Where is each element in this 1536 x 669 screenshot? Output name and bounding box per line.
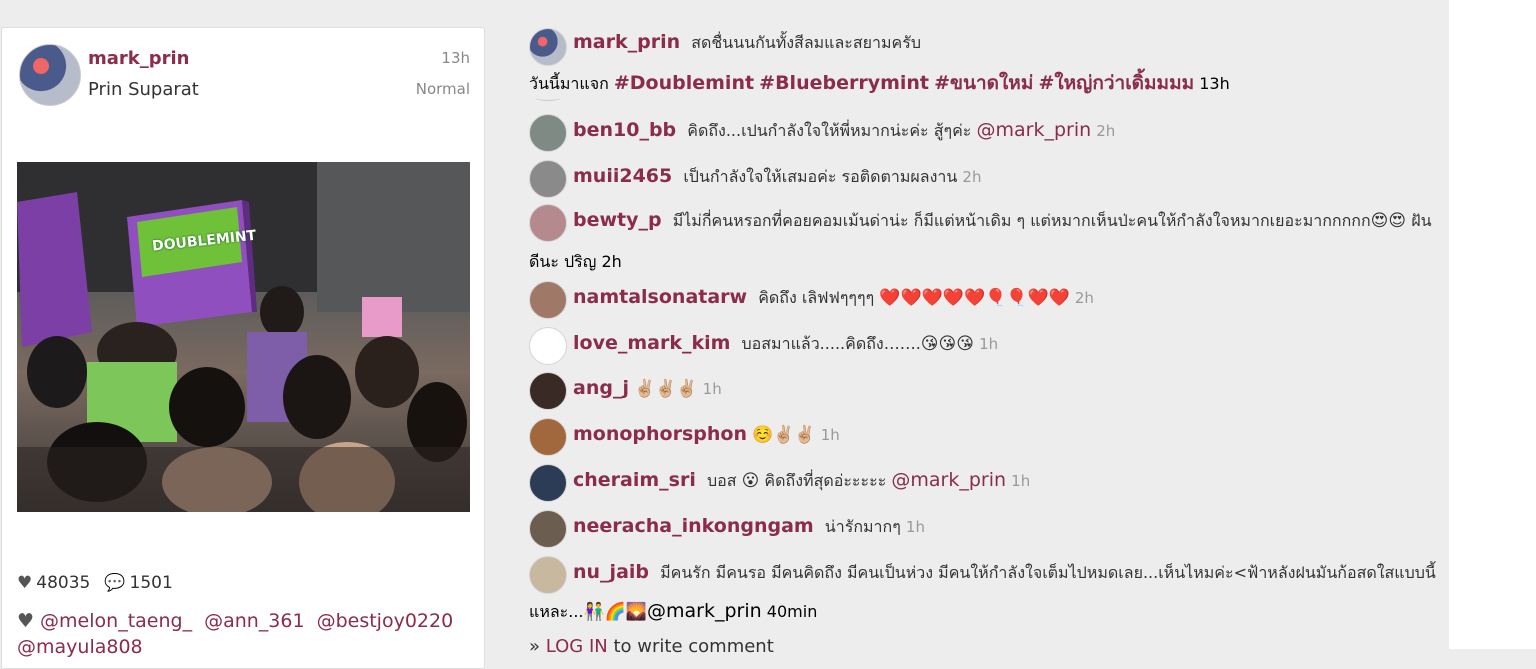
hashtag-link[interactable]: #Blueberrymint [759,72,929,94]
caption-time: 13h [1199,74,1230,93]
comment-username[interactable]: namtalsonatarw [573,286,747,308]
caption-line2: วันนี้มาแจก #Doublemint #Blueberrymint #… [529,68,1230,98]
comment-text-line2: แหละ... [529,602,584,621]
comment-time: 1h [1011,472,1031,490]
caption-prefix: วันนี้มาแจก [529,74,609,93]
comment-time: 1h [820,426,840,444]
comment-line2: ดีนะ ปริญ 2h [529,250,622,275]
caption-username[interactable]: mark_prin [573,31,680,53]
emoji: 😘😘😘 [920,334,974,354]
comment-text: เป็นกำลังใจให้เสมอค่ะ รอติดตามผลงาน [683,167,958,186]
emoji: 😮 [741,471,760,491]
comment-username[interactable]: cheraim_sri [573,469,696,491]
comment-text-after: ฝัน [1411,211,1432,230]
comment-text: บอส [706,471,737,490]
tag-link[interactable]: @bestjoy0220 [317,610,454,632]
emoji: ☺️✌🏼✌🏼 [752,425,816,445]
comment-time: 1h [905,518,925,536]
emoji: ✌🏼✌🏼✌🏼 [634,379,698,399]
comment-text: มีคนรัก มีคนรอ มีคนคิดถึง มีคนเป็นห่วง ม… [660,563,1436,582]
comments-count: 1501 [129,573,173,593]
hashtag-link[interactable]: #ใหญ่กว่าเดิ้มมมม [1038,72,1194,94]
comment-time: 1h [702,380,722,398]
commenter-avatar[interactable] [529,327,567,365]
mention-link[interactable]: @mark_prin [976,119,1091,141]
comment-text: น่ารักมากๆ [824,517,901,536]
post-author-avatar[interactable] [19,44,81,106]
commenter-avatar[interactable] [529,556,567,594]
post-time: 13h [441,49,470,67]
page-right-margin [1449,0,1536,649]
heart-icon: ♥ [17,573,33,593]
commenter-avatar[interactable] [529,204,567,242]
commenter-avatar[interactable] [529,372,567,410]
comment-username[interactable]: ben10_bb [573,119,676,141]
emoji: ❤️❤️❤️❤️❤️🎈🎈❤️❤️ [879,288,1070,308]
comment-text: คิดถึง...เปนกำลังใจให้พี่หมากน่ะค่ะ สู้ๆ… [687,121,972,140]
mention-link[interactable]: @mark_prin [647,600,762,622]
post-photo[interactable]: DOUBLEMINT [17,162,470,512]
liked-by-tags: ♥ @melon_taeng_ @ann_361 @bestjoy0220 @mayul… [17,608,477,660]
commenter-avatar[interactable] [529,464,567,502]
post-author-fullname: Prin Suparat [88,79,199,100]
comment-time: 2h [1074,289,1094,307]
photo-illustration [17,162,470,512]
post-filter: Normal [415,80,470,98]
comment-time: 2h [962,168,982,186]
comment-username[interactable]: love_mark_kim [573,332,730,354]
post-stats: ♥ 48035 💬 1501 [17,573,173,593]
tag-link[interactable]: @ann_361 [204,610,305,632]
comment-text-line2: ดีนะ ปริญ [529,252,597,271]
commenter-avatar[interactable] [529,114,567,152]
comment-bubble-icon: 💬 [104,573,126,593]
comment-text: บอสมาแล้ว.....คิดถึง……. [741,334,921,353]
likes-count: 48035 [36,573,91,593]
caption-author-avatar[interactable] [529,28,567,66]
comment-username[interactable]: muii2465 [573,165,672,187]
tag-link[interactable]: @melon_taeng_ [40,610,192,632]
comment-text: มีไม่กี่คนหรอกที่คอยคอมเม้นด่าน่ะ ก็มีแต… [672,211,1371,230]
comment-line2: แหละ...👫🌈🌄@mark_prin 40min [529,600,817,625]
emoji: 👫🌈🌄 [583,602,648,622]
hashtag-link[interactable]: #ขนาดใหม่ [934,72,1033,94]
commenter-avatar[interactable] [529,160,567,198]
comment-username[interactable]: monophorsphon [573,423,747,445]
comment-username[interactable]: nu_jaib [573,561,649,583]
emoji: 😍😍 [1370,211,1407,231]
commenter-avatar[interactable] [529,510,567,548]
login-prompt: » LOG IN to write comment [529,636,774,657]
commenter-avatar[interactable] [529,281,567,319]
comment-text-after: คิดถึงที่สุดอ่ะะะะะ [764,471,887,490]
comment-text: คิดถึง เลิฟฟๆๆๆๆ [758,288,875,307]
comment-time: 2h [1096,122,1116,140]
commenter-avatar[interactable] [529,418,567,456]
login-prefix: » [529,636,541,657]
mention-link[interactable]: @mark_prin [891,469,1006,491]
comment-username[interactable]: neeracha_inkongngam [573,515,814,537]
divider [535,94,561,101]
post-author-username[interactable]: mark_prin [88,48,190,69]
heart-icon: ♥ [17,610,35,632]
login-suffix: to write comment [613,636,774,657]
comment-username[interactable]: bewty_p [573,209,662,231]
tag-link[interactable]: @mayula808 [17,636,143,658]
comment-time: 1h [979,335,999,353]
comment-time: 2h [601,252,622,271]
login-link[interactable]: LOG IN [546,636,608,657]
hashtag-link[interactable]: #Doublemint [614,72,754,94]
caption-text: สดชื่นนนกันทั้งสีลมและสยามครับ [691,33,921,52]
comment-username[interactable]: ang_j [573,377,629,399]
post-card: mark_prin Prin Suparat 13h Normal DOUBLE… [1,27,485,669]
comment-time: 40min [766,602,818,621]
